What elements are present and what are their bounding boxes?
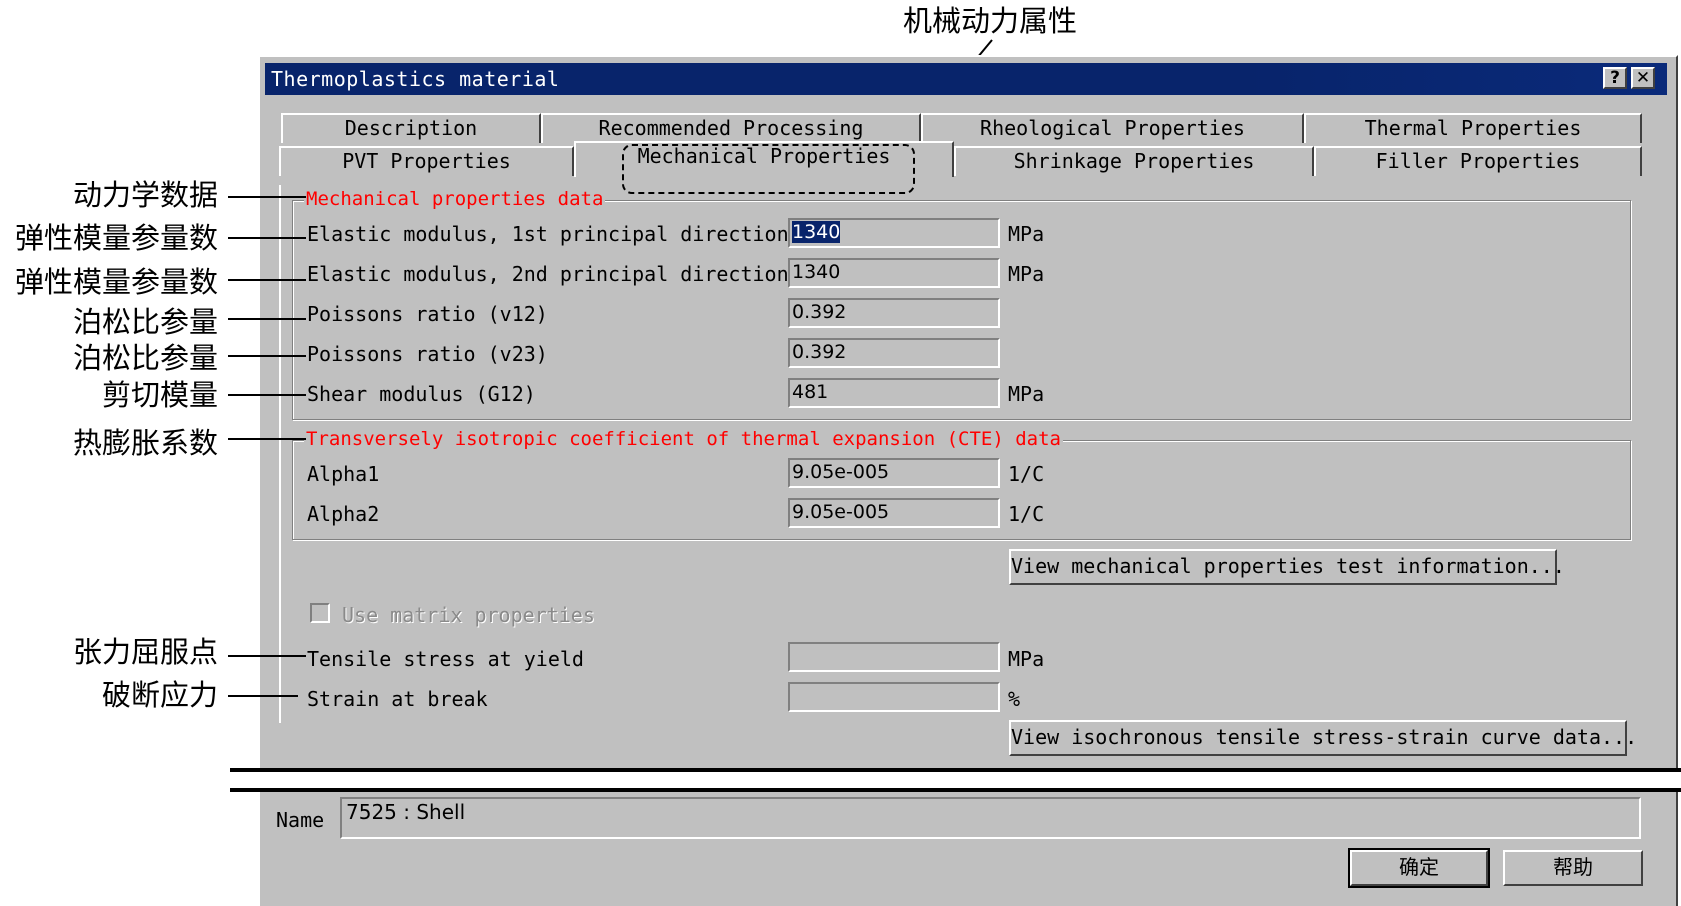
- elastic-modulus-2-unit: MPa: [1008, 262, 1045, 286]
- poissons-ratio-v12-input[interactable]: 0.392: [788, 298, 1000, 328]
- poissons-ratio-v23-label: Poissons ratio (v23): [307, 342, 548, 366]
- tab-label: Thermal Properties: [1364, 116, 1582, 140]
- tensile-stress-unit: MPa: [1008, 647, 1045, 671]
- tensile-stress-label: Tensile stress at yield: [307, 647, 584, 671]
- elastic-modulus-1-input[interactable]: 1340: [788, 218, 1000, 248]
- shear-modulus-label: Shear modulus (G12): [307, 382, 536, 406]
- help-icon[interactable]: ?: [1603, 67, 1627, 89]
- tab-filler-properties[interactable]: Filler Properties: [1314, 146, 1642, 176]
- tab-label: Description: [344, 116, 478, 140]
- view-curve-button[interactable]: View isochronous tensile stress-strain c…: [1009, 720, 1637, 756]
- tab-label: Recommended Processing: [598, 116, 864, 140]
- name-input[interactable]: 7525 : Shell: [340, 797, 1641, 839]
- figure-break-line-bottom: [230, 788, 1681, 792]
- help-button[interactable]: 帮助: [1503, 850, 1643, 886]
- callout-elastic-modulus-2: 弹性模量参量数: [14, 265, 218, 299]
- callout-dynamics-data: 动力学数据: [72, 178, 218, 212]
- title-bar[interactable]: Thermoplastics material ? ✕: [265, 63, 1667, 95]
- view-test-info-button[interactable]: View mechanical properties test informat…: [1009, 549, 1565, 585]
- tab-thermal-properties[interactable]: Thermal Properties: [1304, 113, 1642, 143]
- alpha2-label: Alpha2: [307, 502, 380, 526]
- tab-rheological-properties[interactable]: Rheological Properties: [921, 113, 1304, 143]
- tab-pvt-properties[interactable]: PVT Properties: [279, 146, 574, 176]
- strain-at-break-label: Strain at break: [307, 687, 488, 711]
- callout-line: [228, 318, 306, 320]
- tab-description[interactable]: Description: [281, 113, 541, 143]
- tab-shrinkage-properties[interactable]: Shrinkage Properties: [954, 146, 1314, 176]
- window-title: Thermoplastics material: [271, 67, 560, 91]
- callout-elastic-modulus-1: 弹性模量参量数: [14, 221, 218, 255]
- alpha2-input[interactable]: 9.05e-005: [788, 498, 1000, 528]
- strain-at-break-input[interactable]: [788, 682, 1000, 712]
- shear-modulus-input[interactable]: 481: [788, 378, 1000, 408]
- callout-line: [228, 237, 306, 239]
- callout-line: [228, 695, 298, 697]
- poissons-ratio-v12-label: Poissons ratio (v12): [307, 302, 548, 326]
- elastic-modulus-1-unit: MPa: [1008, 222, 1045, 246]
- strain-at-break-unit: %: [1008, 687, 1021, 711]
- poissons-ratio-v23-input[interactable]: 0.392: [788, 338, 1000, 368]
- callout-line: [228, 196, 306, 198]
- elastic-modulus-2-input[interactable]: 1340: [788, 258, 1000, 288]
- use-matrix-checkbox[interactable]: [310, 603, 330, 623]
- callout-line: [228, 655, 306, 657]
- callout-line: [228, 355, 306, 357]
- elastic-modulus-1-label: Elastic modulus, 1st principal direction: [307, 222, 789, 246]
- alpha2-unit: 1/C: [1008, 502, 1045, 526]
- callout-strain-break: 破断应力: [101, 678, 218, 712]
- callout-line: [228, 394, 306, 396]
- callout-thermal-expansion: 热膨胀系数: [72, 426, 218, 460]
- tensile-stress-input[interactable]: [788, 642, 1000, 672]
- elastic-modulus-2-label: Elastic modulus, 2nd principal direction: [307, 262, 789, 286]
- callout-shear-modulus: 剪切模量: [101, 378, 218, 412]
- selected-value: 1340: [792, 221, 841, 243]
- close-icon[interactable]: ✕: [1631, 67, 1655, 89]
- tab-label: Rheological Properties: [980, 116, 1245, 140]
- cte-group-title: Transversely isotropic coefficient of th…: [304, 428, 1063, 450]
- name-label: Name: [276, 808, 325, 832]
- tab-label: PVT Properties: [342, 149, 511, 173]
- callout-poissons-ratio-2: 泊松比参量: [72, 341, 218, 375]
- shear-modulus-unit: MPa: [1008, 382, 1045, 406]
- callout-tensile-yield: 张力屈服点: [72, 635, 218, 669]
- mechanical-group-title: Mechanical properties data: [304, 188, 606, 210]
- figure-break-line-top: [230, 768, 1681, 772]
- tab-recommended-processing[interactable]: Recommended Processing: [541, 113, 921, 143]
- ok-button[interactable]: 确定: [1348, 848, 1490, 888]
- use-matrix-label: Use matrix properties: [342, 603, 595, 627]
- tab-label: Filler Properties: [1375, 149, 1581, 173]
- callout-line: [228, 438, 306, 440]
- tab-label: Shrinkage Properties: [1013, 149, 1255, 173]
- alpha1-input[interactable]: 9.05e-005: [788, 458, 1000, 488]
- alpha1-unit: 1/C: [1008, 462, 1045, 486]
- callout-line: [228, 279, 306, 281]
- callout-mechanical-properties: 机械动力属性: [903, 4, 1078, 38]
- alpha1-label: Alpha1: [307, 462, 380, 486]
